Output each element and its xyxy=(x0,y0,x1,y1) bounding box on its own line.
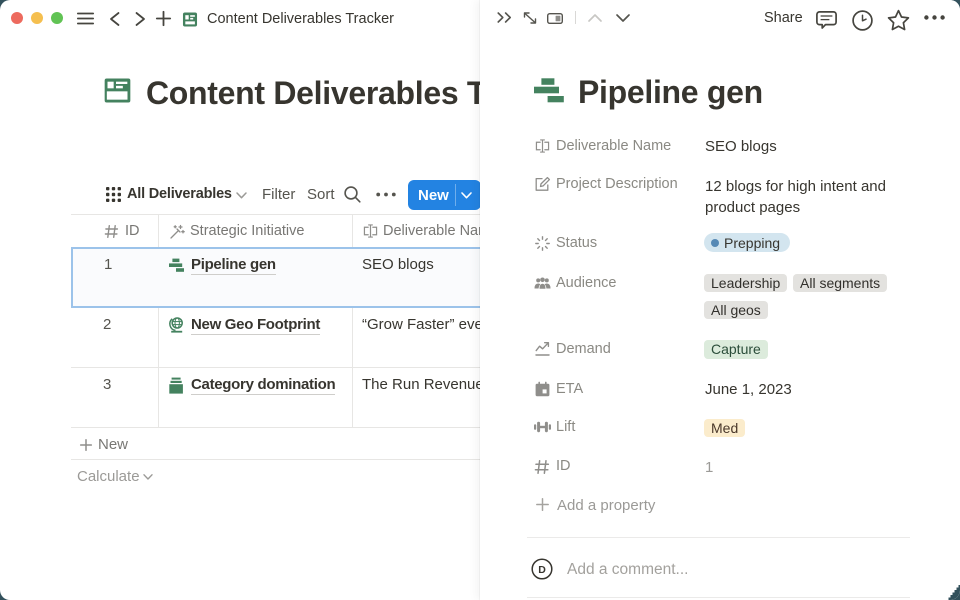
svg-text:D: D xyxy=(538,564,546,576)
